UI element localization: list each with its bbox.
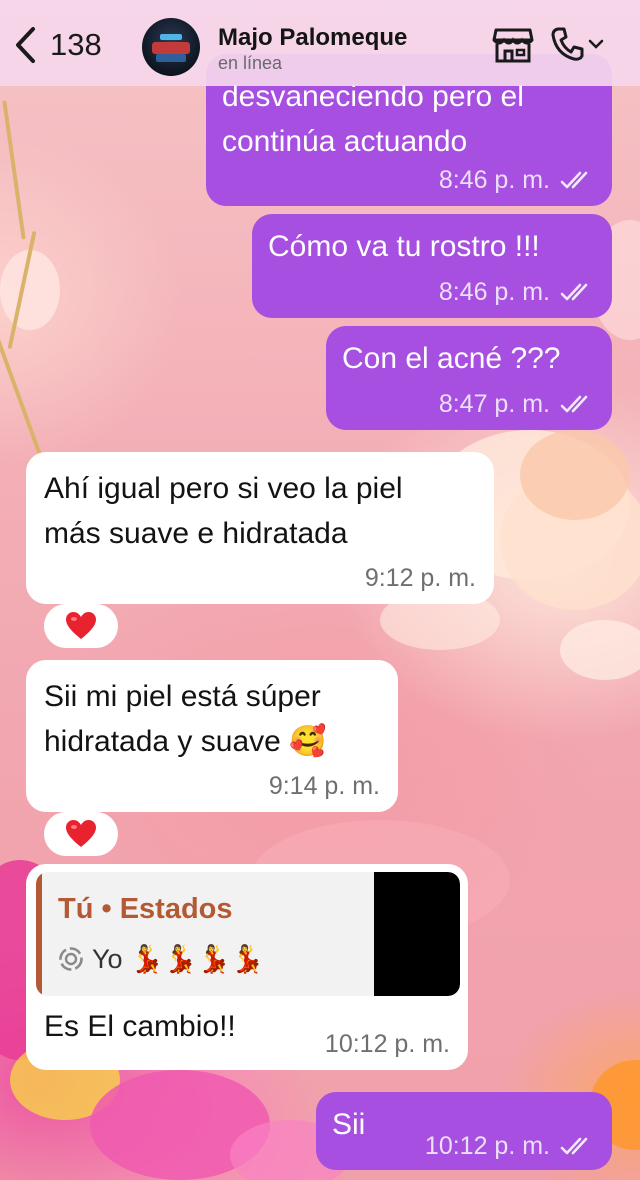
message-time: 10:12 p. m. [424, 1132, 550, 1160]
chevron-left-icon [16, 27, 35, 63]
double-check-icon [560, 1137, 588, 1155]
message-text: desvaneciendo pero el continúa actuando [222, 80, 524, 158]
double-check-icon [560, 171, 588, 189]
message-bubble-incoming[interactable]: Sii mi piel está súper hidratada y suave… [26, 660, 398, 812]
message-text: Es El cambio!! [44, 1010, 236, 1043]
message-time: 8:47 p. m. [438, 390, 550, 418]
message-bubble-outgoing[interactable]: Sii 10:12 p. m. [316, 1092, 612, 1170]
storefront-icon[interactable] [492, 26, 534, 69]
heart-icon [66, 612, 96, 639]
message-text: Sii mi piel está súper hidratada y suave… [44, 680, 327, 758]
quote-line: Yo 💃💃💃💃 [58, 942, 265, 976]
call-button[interactable] [550, 26, 604, 62]
message-meta: 9:12 p. m. [365, 564, 476, 592]
contact-name[interactable]: Majo Palomeque [218, 24, 407, 52]
message-meta: 9:14 p. m. [269, 772, 380, 800]
message-time: 9:14 p. m. [268, 772, 380, 800]
message-text: Cómo va tu rostro !!! [268, 230, 540, 263]
quote-author: Tú • Estados [58, 893, 233, 925]
reaction-badge[interactable] [44, 604, 118, 648]
message-time: 8:46 p. m. [438, 278, 550, 306]
status-ring-icon [59, 947, 83, 971]
message-meta: 10:12 p. m. [325, 1030, 450, 1058]
message-bubble-outgoing[interactable]: Con el acné ??? 8:47 p. m. [326, 326, 612, 430]
message-meta: 8:46 p. m. [439, 278, 594, 306]
message-bubble-incoming[interactable]: Tú • Estados Yo 💃💃💃💃 Es El cambio!! 10:1… [26, 864, 468, 1070]
message-time: 8:46 p. m. [438, 166, 550, 194]
quoted-status[interactable]: Tú • Estados Yo 💃💃💃💃 [36, 872, 460, 996]
reaction-badge[interactable] [44, 812, 118, 856]
message-text: Ahí igual pero si veo la piel más suave … [44, 472, 403, 550]
message-time: 9:12 p. m. [364, 564, 476, 592]
message-time: 10:12 p. m. [324, 1030, 450, 1058]
double-check-icon [560, 395, 588, 413]
phone-icon [551, 27, 584, 61]
message-bubble-outgoing[interactable]: Cómo va tu rostro !!! 8:46 p. m. [252, 214, 612, 318]
message-meta: 10:12 p. m. [425, 1132, 594, 1160]
back-button[interactable]: 138 [14, 24, 102, 66]
message-bubble-incoming[interactable]: Ahí igual pero si veo la piel más suave … [26, 452, 494, 604]
avatar[interactable] [142, 18, 200, 76]
heart-icon [66, 820, 96, 847]
status-thumbnail [374, 872, 460, 996]
quote-text: Yo 💃💃💃💃 [92, 944, 265, 974]
contact-status: en línea [218, 53, 283, 73]
double-check-icon [560, 283, 588, 301]
chevron-down-icon [588, 39, 604, 49]
chat-header: 138 Majo Palomeque en línea [0, 0, 640, 86]
quote-accent-bar [36, 872, 42, 996]
unread-count: 138 [50, 27, 102, 62]
message-text: Con el acné ??? [342, 342, 561, 375]
message-meta: 8:46 p. m. [439, 166, 594, 194]
message-meta: 8:47 p. m. [439, 390, 594, 418]
